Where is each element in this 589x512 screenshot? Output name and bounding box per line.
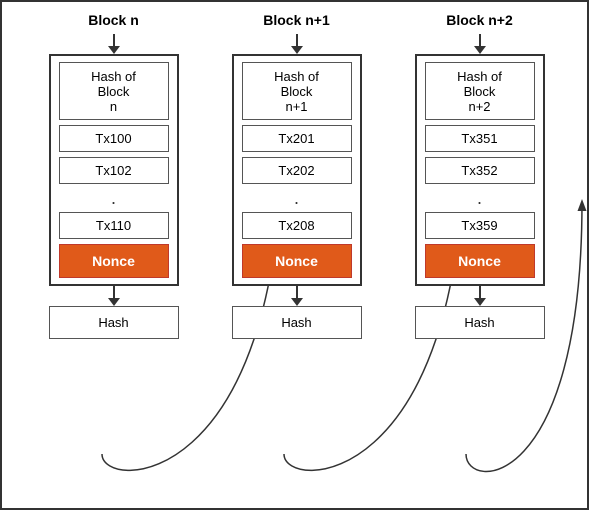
blockchain-diagram: Block n Hash ofBlockn Tx100 Tx102 . Tx11…	[2, 2, 589, 512]
block-n2-nonce: Nonce	[425, 244, 535, 278]
block-n1-tx1: Tx201	[242, 125, 352, 152]
block-n-tx1: Tx100	[59, 125, 169, 152]
block-n-dots: .	[111, 189, 116, 207]
block-n2-tx1: Tx351	[425, 125, 535, 152]
block-n-box: Hash ofBlockn Tx100 Tx102 . Tx110 Nonce	[49, 54, 179, 286]
block-n1-nonce: Nonce	[242, 244, 352, 278]
block-n2-bottom-arrow	[474, 286, 486, 306]
block-n2-tx3: Tx359	[425, 212, 535, 239]
blocks-container: Block n Hash ofBlockn Tx100 Tx102 . Tx11…	[12, 12, 581, 502]
block-n-tx3: Tx110	[59, 212, 169, 239]
block-n1-top-arrow	[291, 34, 303, 54]
block-n1-hash-output: Hash	[232, 306, 362, 339]
block-n1-hash-prev: Hash ofBlockn+1	[242, 62, 352, 120]
block-n-tx2: Tx102	[59, 157, 169, 184]
block-n2-title: Block n+2	[446, 12, 513, 28]
block-n1-bottom-arrow	[291, 286, 303, 306]
block-n-hash-prev: Hash ofBlockn	[59, 62, 169, 120]
block-n1-wrapper: Block n+1 Hash ofBlockn+1 Tx201 Tx202 . …	[232, 12, 362, 339]
block-n2-dots: .	[477, 189, 482, 207]
block-n1-dots: .	[294, 189, 299, 207]
block-n-hash-output: Hash	[49, 306, 179, 339]
block-n1-title: Block n+1	[263, 12, 330, 28]
block-n2-tx2: Tx352	[425, 157, 535, 184]
block-n1-tx3: Tx208	[242, 212, 352, 239]
block-n-title: Block n	[88, 12, 139, 28]
block-n2-top-arrow	[474, 34, 486, 54]
block-n2-hash-prev: Hash ofBlockn+2	[425, 62, 535, 120]
block-n1-box: Hash ofBlockn+1 Tx201 Tx202 . Tx208 Nonc…	[232, 54, 362, 286]
block-n1-tx2: Tx202	[242, 157, 352, 184]
block-n2-box: Hash ofBlockn+2 Tx351 Tx352 . Tx359 Nonc…	[415, 54, 545, 286]
block-n-nonce: Nonce	[59, 244, 169, 278]
block-n2-wrapper: Block n+2 Hash ofBlockn+2 Tx351 Tx352 . …	[415, 12, 545, 339]
block-n2-hash-output: Hash	[415, 306, 545, 339]
block-n-bottom-arrow	[108, 286, 120, 306]
block-n-wrapper: Block n Hash ofBlockn Tx100 Tx102 . Tx11…	[49, 12, 179, 339]
block-n-top-arrow	[108, 34, 120, 54]
